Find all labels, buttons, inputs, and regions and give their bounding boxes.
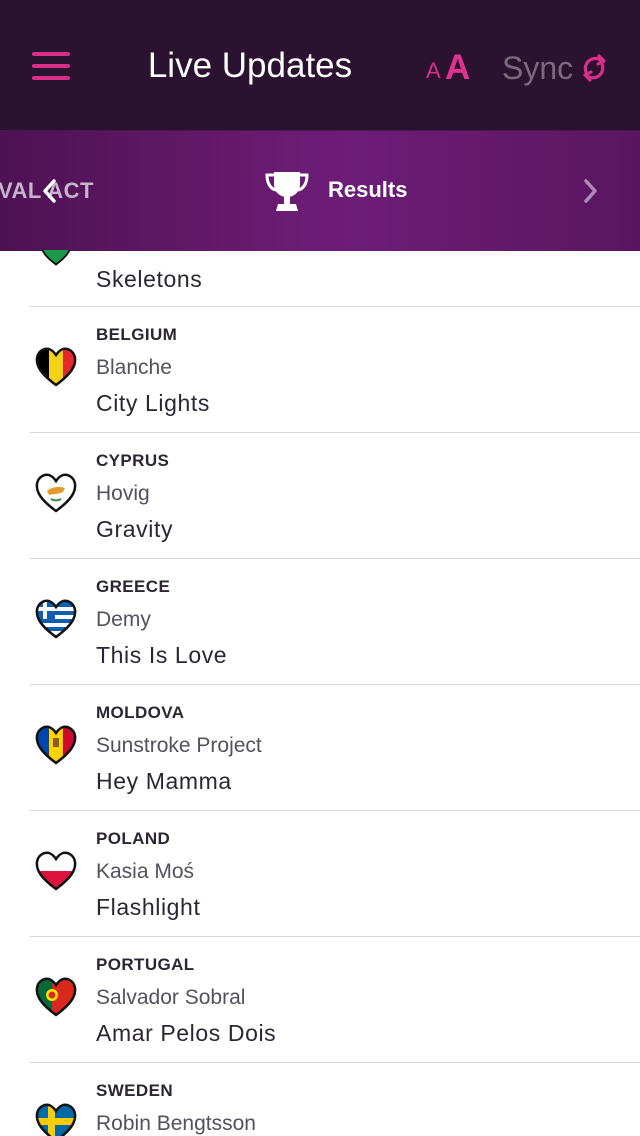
flag-heart-moldova-icon [35,725,77,765]
country-name: CYPRUS [96,451,170,470]
flag-heart-sweden-icon [35,1103,77,1136]
flag-heart-greece-icon [35,599,77,639]
artist-name: Robin Bengtsson [96,1112,256,1135]
flag-heart-portugal-icon [35,977,77,1017]
song-title: Flashlight [96,894,201,920]
list-item[interactable]: MOLDOVA Sunstroke Project Hey Mamma [0,685,640,811]
app-header: Live Updates A A Sync [0,0,640,130]
list-item[interactable]: CYPRUS Hovig Gravity [0,433,640,559]
trophy-icon [265,172,309,211]
song-title: Gravity [96,516,174,542]
section-navigation-bar: VAL ACT Results [0,130,640,251]
text-size-button[interactable]: A A [424,48,478,88]
song-title: Skeletons [96,266,203,292]
song-title: Amar Pelos Dois [96,1020,277,1046]
page-title: Live Updates [147,46,353,85]
list-item[interactable]: Skeletons [0,250,640,306]
list-item[interactable]: BELGIUM Blanche City Lights [0,307,640,433]
flag-heart-poland-icon [35,851,77,891]
song-title: City Lights [96,390,210,416]
country-name: PORTUGAL [96,955,195,974]
country-name: GREECE [96,577,171,596]
list-item[interactable]: GREECE Demy This Is Love [0,559,640,685]
text-size-large-glyph: A [445,48,471,87]
text-size-small-glyph: A [426,58,441,83]
artist-name: Hovig [96,482,150,505]
sync-button[interactable]: Sync [500,46,620,90]
sync-label: Sync [502,50,574,86]
sync-icon [583,54,606,82]
artist-name: Sunstroke Project [96,734,262,757]
artist-name: Kasia Moś [96,860,195,883]
artist-name: Salvador Sobral [96,986,246,1009]
country-name: POLAND [96,829,171,848]
list-item[interactable]: SWEDEN Robin Bengtsson [0,1063,640,1136]
artist-name: Blanche [96,356,172,379]
hamburger-menu-icon[interactable] [32,52,70,80]
artist-name: Demy [96,608,151,631]
chevron-right-icon[interactable] [580,177,600,205]
song-title: This Is Love [96,642,228,668]
flag-heart-cyprus-icon [35,473,77,513]
flag-heart-belgium-icon [35,347,77,387]
chevron-left-icon[interactable] [40,177,60,205]
country-name: MOLDOVA [96,703,185,722]
list-item[interactable]: POLAND Kasia Moś Flashlight [0,811,640,937]
flag-heart-green-icon [41,250,71,266]
results-list[interactable]: Skeletons BELGIUM Blanche City Lights CY… [0,250,640,1136]
country-name: BELGIUM [96,325,178,344]
song-title: Hey Mamma [96,768,232,794]
country-name: SWEDEN [96,1081,174,1100]
current-section-label: Results [328,177,408,202]
list-item[interactable]: PORTUGAL Salvador Sobral Amar Pelos Dois [0,937,640,1063]
